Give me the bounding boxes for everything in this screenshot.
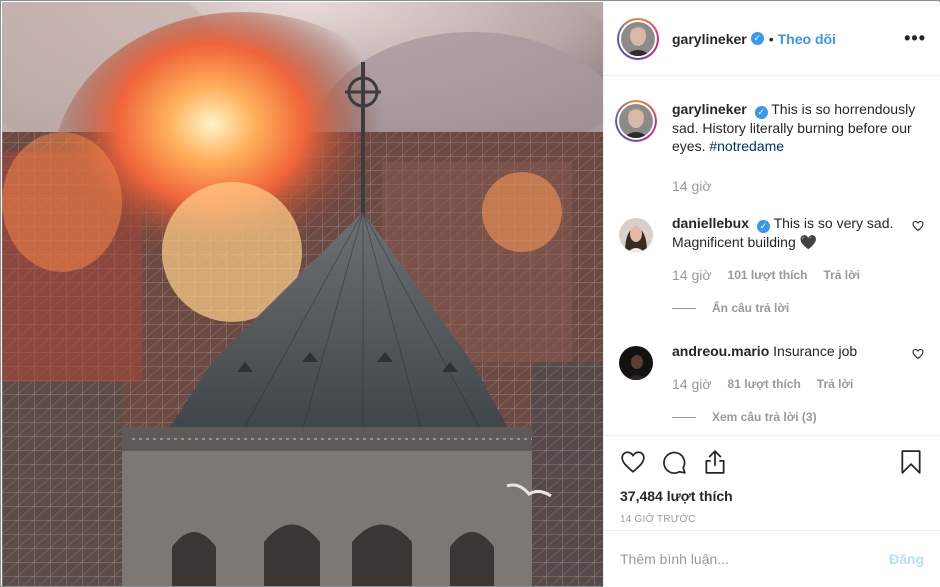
author-avatar[interactable] xyxy=(617,17,659,60)
view-replies-label: Xem câu trả lời (3) xyxy=(712,410,817,424)
hide-replies-label: Ẩn câu trả lời xyxy=(712,301,790,315)
comment-likes-count[interactable]: 101 lượt thích xyxy=(728,268,808,282)
verified-badge-icon: ✓ xyxy=(756,220,770,233)
comment-username[interactable]: daniellebux xyxy=(672,215,749,231)
comment-item: daniellebux ✓ This is so very sad. Magni… xyxy=(619,214,924,283)
caption: garylineker ✓ This is so horrendously sa… xyxy=(615,100,924,194)
thread-line xyxy=(672,307,696,309)
author-avatar-image xyxy=(621,21,655,56)
comment-item: andreou.mario Insurance job 14 giờ 81 lư… xyxy=(619,342,924,392)
verified-badge-icon: ✓ xyxy=(750,32,764,45)
comment-body: Insurance job xyxy=(773,343,858,359)
hide-replies-toggle[interactable]: Ẩn câu trả lời xyxy=(672,301,924,315)
share-icon[interactable] xyxy=(702,449,728,475)
thread-line xyxy=(672,416,696,418)
comment-time: 14 giờ xyxy=(672,376,712,392)
reply-button[interactable]: Trả lời xyxy=(823,268,860,282)
comment-composer: Đăng xyxy=(604,530,940,587)
caption-avatar-image xyxy=(619,104,653,138)
caption-avatar[interactable] xyxy=(615,100,657,142)
verified-badge-icon: ✓ xyxy=(754,106,768,119)
caption-time: 14 giờ xyxy=(672,178,712,194)
comment-time: 14 giờ xyxy=(672,267,712,283)
comment-like-heart-icon[interactable] xyxy=(912,348,924,360)
post-actions: 37,484 lượt thích 14 GIỜ TRƯỚC xyxy=(604,435,940,525)
commenter-avatar[interactable] xyxy=(619,346,653,380)
comments-list[interactable]: garylineker ✓ This is so horrendously sa… xyxy=(604,77,940,435)
post-timestamp: 14 GIỜ TRƯỚC xyxy=(620,514,696,525)
post-sidebar: garylineker ✓ • Theo dõi ••• garylineker… xyxy=(603,2,940,587)
comment-username[interactable]: andreou.mario xyxy=(672,343,769,359)
view-replies-toggle[interactable]: Xem câu trả lời (3) xyxy=(672,410,924,424)
caption-username[interactable]: garylineker xyxy=(672,101,747,117)
author-username[interactable]: garylineker xyxy=(672,31,747,47)
comment-like-heart-icon[interactable] xyxy=(912,220,924,232)
black-heart-emoji: 🖤 xyxy=(799,234,818,250)
comment-text: daniellebux ✓ This is so very sad. Magni… xyxy=(672,214,900,251)
post-dialog: garylineker ✓ • Theo dõi ••• garylineker… xyxy=(0,0,940,587)
post-header: garylineker ✓ • Theo dõi ••• xyxy=(604,2,940,76)
commenter-avatar-image xyxy=(619,218,653,252)
heart-icon[interactable] xyxy=(620,449,646,475)
caption-text: garylineker ✓ This is so horrendously sa… xyxy=(672,100,924,155)
cathedral-fire-image xyxy=(2,2,603,586)
comment-icon[interactable] xyxy=(661,449,687,475)
comment-likes-count[interactable]: 81 lượt thích xyxy=(728,377,801,391)
more-options-icon[interactable]: ••• xyxy=(904,28,926,49)
reply-button[interactable]: Trả lời xyxy=(817,377,854,391)
hashtag-link[interactable]: #notredame xyxy=(709,138,784,154)
post-likes-count[interactable]: 37,484 lượt thích xyxy=(620,488,924,504)
commenter-avatar[interactable] xyxy=(619,218,653,252)
follow-button[interactable]: Theo dõi xyxy=(778,31,836,47)
comment-text: andreou.mario Insurance job xyxy=(672,342,900,360)
separator-dot: • xyxy=(768,30,774,47)
comment-input[interactable] xyxy=(620,551,889,567)
bookmark-icon[interactable] xyxy=(898,449,924,475)
post-comment-button[interactable]: Đăng xyxy=(889,551,924,567)
commenter-avatar-image xyxy=(619,346,653,380)
post-photo[interactable] xyxy=(2,2,603,586)
